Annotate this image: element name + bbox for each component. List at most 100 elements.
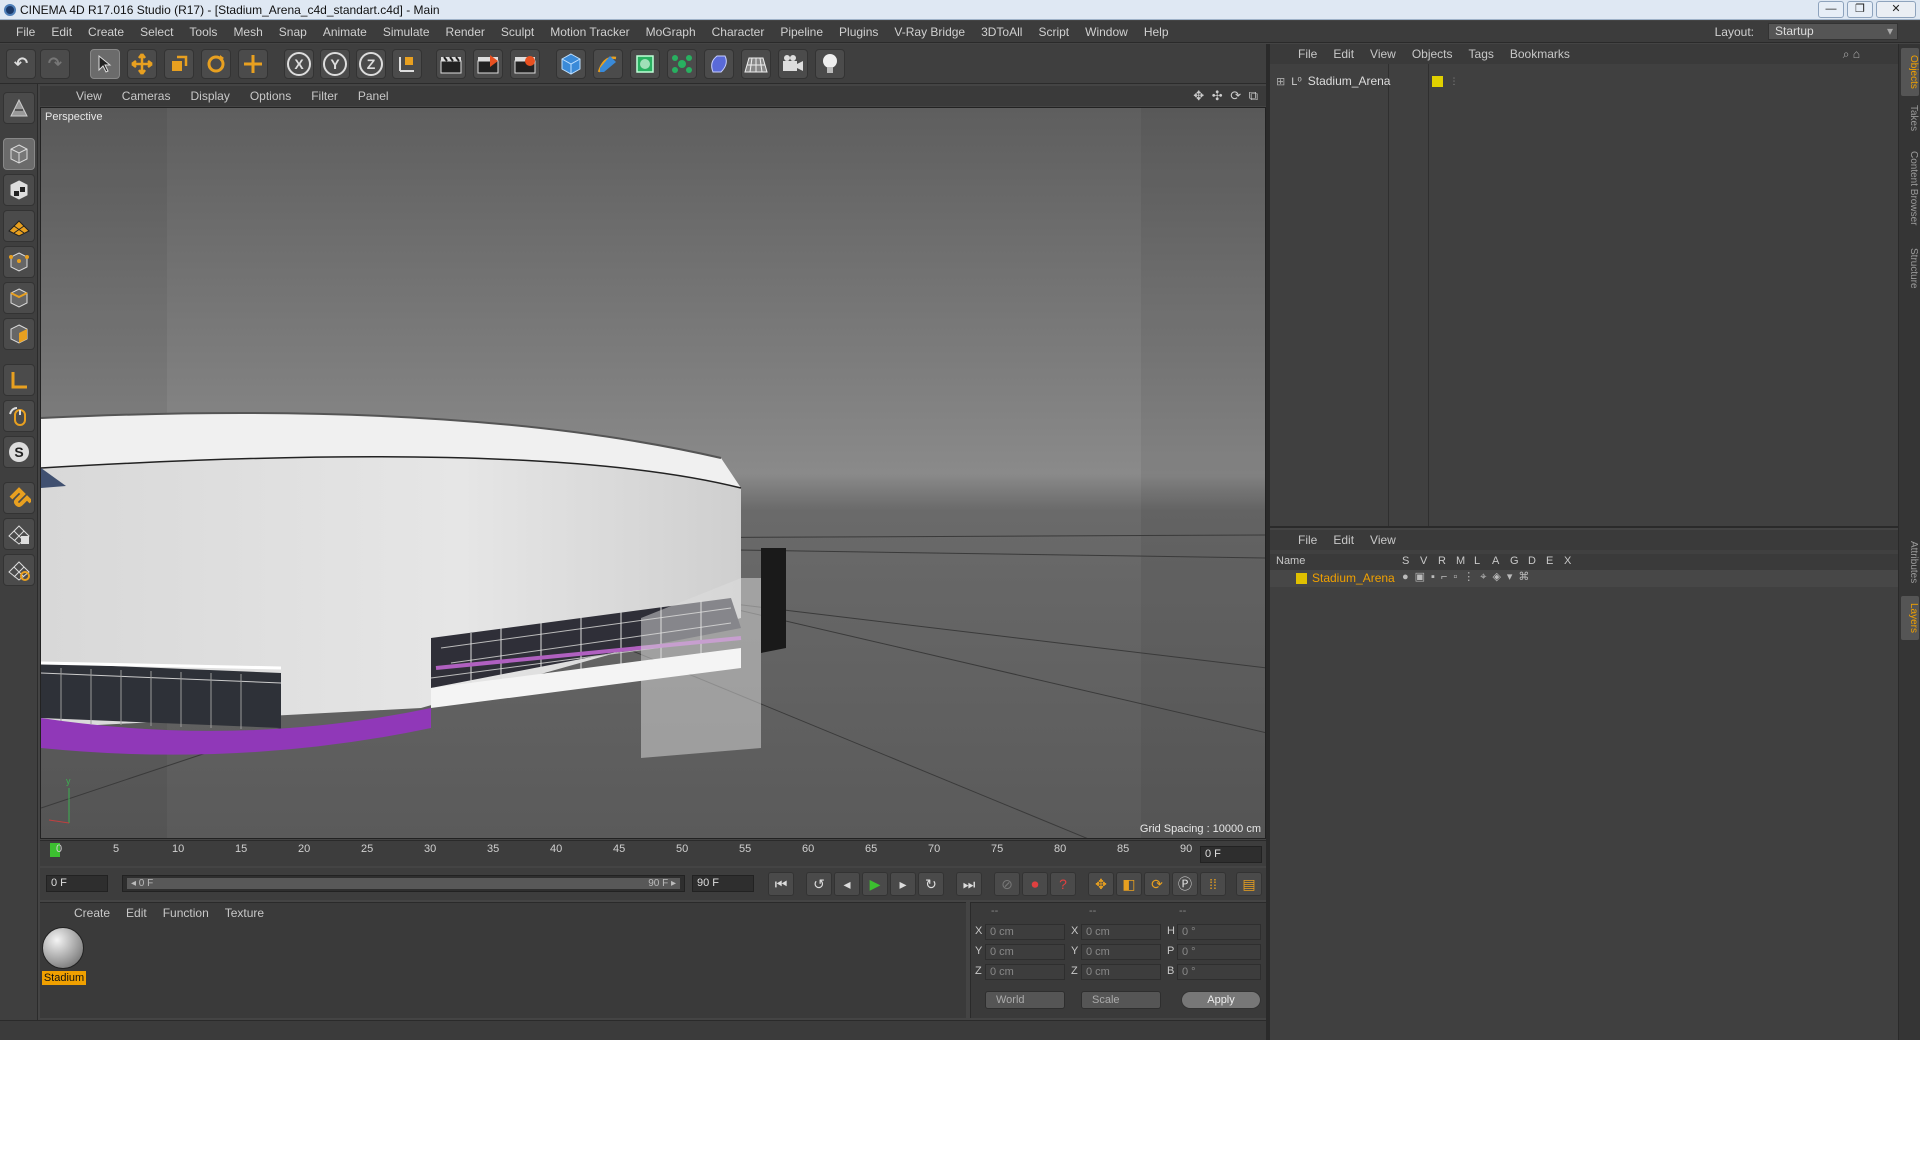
viewport-menu-filter[interactable]: Filter [301,89,348,103]
tab-objects[interactable]: Objects [1901,48,1919,96]
tab-layers[interactable]: Layers [1901,596,1919,640]
add-spline-button[interactable] [593,49,623,79]
x-axis-lock-button[interactable]: X [284,49,314,79]
play-button[interactable]: ▶ [862,872,888,896]
perspective-viewport[interactable]: y Perspective Grid Spacing : 10000 cm [40,107,1266,839]
axis-mode-button[interactable] [3,364,35,396]
layer-flag-icons[interactable]: ●▣▪⌐▫⋮⌖◈▾⌘ [1402,570,1535,584]
objects-menu-edit[interactable]: Edit [1325,47,1362,61]
menu-create[interactable]: Create [80,25,132,39]
column-locked[interactable]: L [1474,555,1480,567]
end-frame-field[interactable]: 90 F [692,875,754,892]
menu-motion-tracker[interactable]: Motion Tracker [542,25,637,39]
key-position-button[interactable]: ✥ [1088,872,1114,896]
record-keys-button[interactable]: ⊘ [994,872,1020,896]
tab-structure[interactable]: Structure [1901,240,1919,296]
object-tree-item[interactable]: ⊞ L⁰ Stadium_Arena ⋮ [1276,74,1458,88]
menu-render[interactable]: Render [438,25,493,39]
workplane-lock-button[interactable] [3,518,35,550]
next-frame-button[interactable]: ▸ [890,872,916,896]
edges-mode-button[interactable] [3,282,35,314]
rotation-p-field[interactable]: 0 ° [1177,944,1261,960]
key-scale-button[interactable]: ◧ [1116,872,1142,896]
current-frame-field[interactable]: 0 F [1200,846,1262,863]
material-swatch[interactable]: Stadium [42,927,86,987]
undo-button[interactable]: ↶ [6,49,36,79]
snap-button[interactable] [3,482,35,514]
add-mograph-button[interactable] [667,49,697,79]
move-tool-button[interactable] [127,49,157,79]
rotate-tool-button[interactable] [201,49,231,79]
apply-button[interactable]: Apply [1181,991,1261,1009]
layout-select[interactable]: Startup [1768,23,1898,40]
layer-color-swatch[interactable] [1432,75,1444,87]
polygons-mode-button[interactable] [3,318,35,350]
layer-name[interactable]: Stadium_Arena [1312,571,1395,585]
maximize-button[interactable]: ❐ [1847,1,1873,18]
menu-character[interactable]: Character [704,25,773,39]
layers-menu-file[interactable]: File [1290,533,1325,547]
next-key-button[interactable]: ↻ [918,872,944,896]
position-x-field[interactable]: 0 cm [985,924,1065,940]
material-menu-function[interactable]: Function [155,906,217,920]
menu-animate[interactable]: Animate [315,25,375,39]
position-z-field[interactable]: 0 cm [985,964,1065,980]
menu-mograph[interactable]: MoGraph [638,25,704,39]
points-mode-button[interactable] [3,246,35,278]
tab-content-browser[interactable]: Content Browser [1901,140,1919,236]
layer-color-swatch[interactable] [1296,573,1307,584]
material-menu-edit[interactable]: Edit [118,906,155,920]
tab-takes[interactable]: Takes [1901,100,1919,136]
recent-tool-button[interactable] [238,49,268,79]
minimize-button[interactable]: — [1818,1,1844,18]
viewport-navigation-icons[interactable]: ✥ ✣ ⟳ ⧉ [1193,88,1260,104]
menu-edit[interactable]: Edit [43,25,80,39]
menu-pipeline[interactable]: Pipeline [772,25,831,39]
scale-tool-button[interactable] [164,49,194,79]
keyframe-selection-button[interactable]: ? [1050,872,1076,896]
key-pla-button[interactable]: ⁞⁞ [1200,872,1226,896]
column-manager[interactable]: M [1456,555,1465,567]
menu-tools[interactable]: Tools [181,25,225,39]
menu-simulate[interactable]: Simulate [375,25,438,39]
menu-plugins[interactable]: Plugins [831,25,886,39]
tab-attributes[interactable]: Attributes [1901,532,1919,592]
planar-workplane-button[interactable] [3,554,35,586]
size-mode-select[interactable]: Scale [1081,991,1161,1009]
add-deformer-button[interactable] [704,49,734,79]
tweak-mode-button[interactable] [3,400,35,432]
column-solo[interactable]: S [1402,555,1409,567]
viewport-menu-display[interactable]: Display [180,89,239,103]
layers-menu-view[interactable]: View [1362,533,1404,547]
viewport-menu-cameras[interactable]: Cameras [112,89,181,103]
rotation-b-field[interactable]: 0 ° [1177,964,1261,980]
objects-menu-objects[interactable]: Objects [1404,47,1461,61]
size-y-field[interactable]: 0 cm [1081,944,1161,960]
coordinate-space-select[interactable]: World [985,991,1065,1009]
y-axis-lock-button[interactable]: Y [320,49,350,79]
select-tool-button[interactable] [90,49,120,79]
search-icon[interactable]: ⌕ ⌂ [1835,47,1868,62]
key-rotation-button[interactable]: ⟳ [1144,872,1170,896]
add-cube-button[interactable] [556,49,586,79]
menu-sculpt[interactable]: Sculpt [493,25,542,39]
column-deformers[interactable]: D [1528,555,1536,567]
go-to-end-button[interactable]: ⏭ [956,872,982,896]
material-menu-create[interactable]: Create [66,906,118,920]
previous-key-button[interactable]: ↺ [806,872,832,896]
column-animation[interactable]: A [1492,555,1499,567]
menu-snap[interactable]: Snap [271,25,315,39]
autokey-button[interactable]: ⏺ [1022,872,1048,896]
menu-3dtoall[interactable]: 3DToAll [973,25,1030,39]
z-axis-lock-button[interactable]: Z [356,49,386,79]
frame-range-slider[interactable]: ◂ 0 F 90 F ▸ [122,875,685,892]
column-name[interactable]: Name [1276,555,1305,567]
solo-button[interactable]: S [3,436,35,468]
position-y-field[interactable]: 0 cm [985,944,1065,960]
object-name[interactable]: Stadium_Arena [1308,74,1391,88]
coordinate-system-button[interactable] [392,49,422,79]
menu-help[interactable]: Help [1136,25,1177,39]
model-mode-button[interactable] [3,138,35,170]
add-environment-button[interactable] [741,49,771,79]
menu-select[interactable]: Select [132,25,181,39]
